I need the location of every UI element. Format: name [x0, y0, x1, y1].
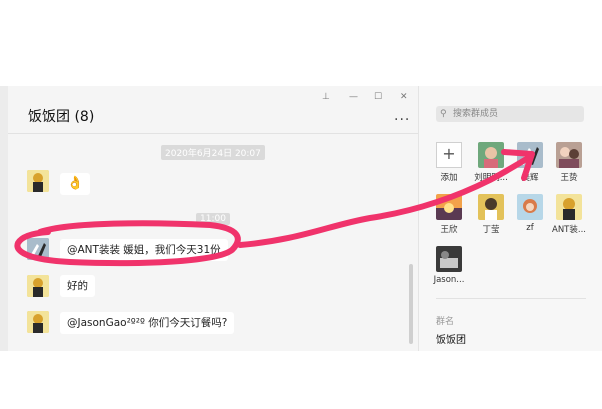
timestamp: 11:00	[196, 213, 230, 225]
member-name: 王贽	[560, 173, 578, 183]
avatar[interactable]	[27, 170, 49, 192]
avatar-image-icon	[27, 170, 49, 192]
member-name: 美辉	[521, 173, 539, 183]
message-bubble[interactable]: @JasonGao²º²º 你们今天订餐吗?	[60, 312, 235, 334]
pin-icon[interactable]: ⊥	[322, 92, 330, 102]
panel-divider	[436, 298, 586, 299]
member-item[interactable]: 王贽	[552, 142, 586, 183]
avatar[interactable]	[27, 311, 49, 333]
add-member-button[interactable]: + 添加	[432, 142, 466, 183]
member-avatar	[556, 142, 582, 168]
member-item[interactable]: Jason...	[432, 246, 466, 285]
message-bubble[interactable]: 👌	[60, 173, 91, 195]
search-placeholder: 搜索群成员	[453, 109, 499, 119]
close-icon[interactable]: ✕	[400, 92, 408, 102]
message-bubble[interactable]: @ANT装装 媛姐，我们今天31份	[60, 239, 228, 261]
timestamp: 2020年6月24日 20:07	[161, 145, 265, 160]
member-avatar	[436, 246, 462, 272]
group-name-label: 群名	[436, 317, 455, 327]
avatar-image-icon	[27, 311, 49, 333]
scrollbar[interactable]	[409, 264, 413, 344]
search-icon: ⚲	[440, 109, 447, 119]
wechat-window: 饭饭团 (8) ... ⊥ — ☐ ✕ 2020年6月24日 20:07 👌 1…	[0, 86, 602, 351]
member-avatar	[436, 194, 462, 220]
member-name: 王欣	[440, 225, 458, 235]
avatar[interactable]	[27, 275, 49, 297]
member-avatar	[478, 142, 504, 168]
member-item[interactable]: 王欣	[432, 194, 466, 235]
avatar[interactable]	[27, 238, 49, 260]
member-name: 添加	[440, 173, 458, 183]
search-input[interactable]: ⚲ 搜索群成员	[436, 106, 584, 122]
chat-area: 饭饭团 (8) ... ⊥ — ☐ ✕ 2020年6月24日 20:07 👌 1…	[0, 86, 418, 351]
member-avatar	[478, 194, 504, 220]
member-name: 刘明明...	[474, 173, 508, 183]
chat-title: 饭饭团 (8)	[28, 109, 95, 125]
member-panel: ⚲ 搜索群成员 + 添加 刘明明... 美辉 王贽 王欣 丁莹 zf ANT装.…	[418, 86, 602, 351]
more-options-button[interactable]: ...	[394, 108, 410, 124]
message-bubble[interactable]: 好的	[60, 275, 95, 297]
avatar-image-icon	[27, 275, 49, 297]
sidebar-edge	[0, 86, 8, 351]
member-item[interactable]: zf	[513, 194, 547, 233]
minimize-icon[interactable]: —	[349, 92, 358, 102]
avatar-image-icon	[27, 238, 49, 260]
member-avatar	[517, 142, 543, 168]
member-item[interactable]: ANT装...	[552, 194, 586, 235]
header-divider	[8, 133, 418, 134]
member-item[interactable]: 刘明明...	[474, 142, 508, 183]
member-item[interactable]: 美辉	[513, 142, 547, 183]
member-name: zf	[526, 223, 534, 233]
member-avatar	[517, 194, 543, 220]
plus-icon: +	[436, 142, 462, 168]
member-name: Jason...	[433, 275, 465, 285]
member-name: ANT装...	[552, 225, 586, 235]
member-name: 丁莹	[482, 225, 500, 235]
member-avatar	[556, 194, 582, 220]
maximize-icon[interactable]: ☐	[374, 92, 382, 102]
member-item[interactable]: 丁莹	[474, 194, 508, 235]
group-name-value[interactable]: 饭饭团	[436, 331, 466, 346]
